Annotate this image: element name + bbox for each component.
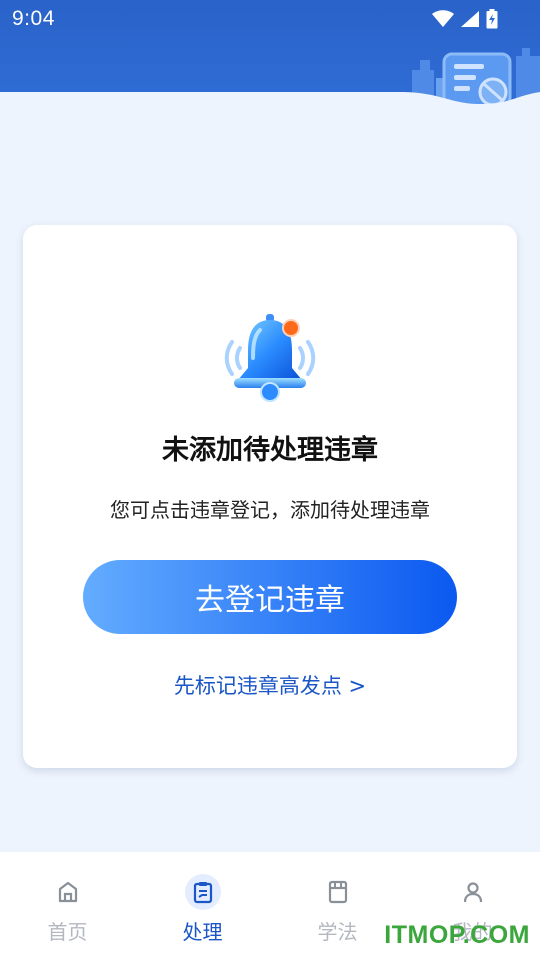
clipboard-edit-icon — [184, 874, 221, 910]
cellular-signal-icon — [461, 11, 479, 27]
tab-process-label: 处理 — [182, 920, 223, 944]
book-icon — [320, 874, 356, 910]
wifi-icon — [432, 10, 454, 27]
bell-notification-icon — [224, 314, 316, 402]
status-time: 9:04 — [12, 7, 55, 30]
tab-home-label: 首页 — [47, 920, 88, 944]
register-violation-button[interactable]: 去登记违章 — [83, 560, 457, 634]
tab-home[interactable]: 首页 — [0, 852, 135, 960]
person-icon — [455, 874, 491, 910]
home-icon — [50, 874, 86, 910]
watermark: ITMOP.COM — [384, 921, 530, 949]
tab-study-law-label: 学法 — [317, 920, 358, 944]
empty-state-title: 未添加待处理违章 — [162, 435, 378, 466]
tab-process[interactable]: 处理 — [135, 852, 270, 960]
status-bar: 9:04 — [0, 0, 540, 38]
mark-hotspot-link[interactable]: 先标记违章高发点 > — [0, 670, 540, 700]
header-banner: 9:04 — [0, 0, 540, 110]
status-icons — [432, 9, 498, 29]
battery-charging-icon — [486, 9, 498, 29]
empty-state-description: 您可点击违章登记，添加待处理违章 — [110, 498, 430, 522]
